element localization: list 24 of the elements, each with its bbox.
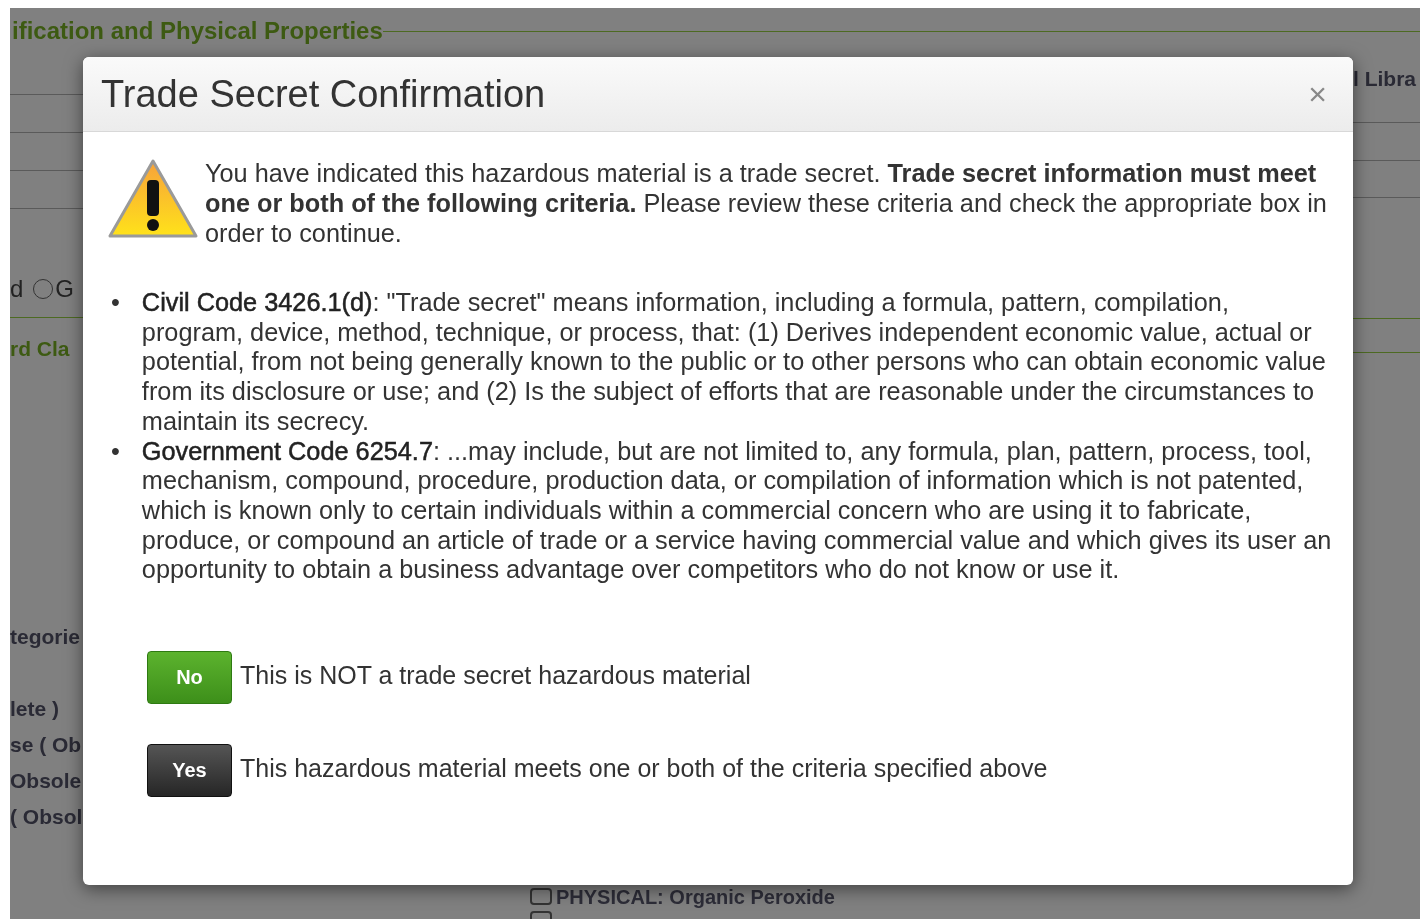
- category-text: lete ): [10, 696, 60, 722]
- category-text: Obsole: [10, 768, 83, 794]
- criteria-text: Government Code 6254.7: ...may include, but are not limited to, any formula, plan, pattern, process, tool, mechanism, compound, procedure, production data, or compilation of information which is not patented, which is known only to certain individuals within a commercial concern who are using it to fabricate, produce, or compound an article of trade or a service having commercial value and which gives its user an opportunity to obtain a business advantage over competitors who do not know or use it.: [141, 436, 1333, 586]
- checkbox[interactable]: [530, 888, 552, 905]
- no-button[interactable]: No: [147, 651, 232, 705]
- checkbox-label: PHYSICAL: Organic Peroxide: [556, 885, 835, 908]
- category-text: tegorie: [10, 624, 81, 650]
- criteria-text: Civil Code 3426.1(d): "Trade secret" means information, including a formula, pattern, compilation, program, device, method, technique, or process, that: (1) Derives independent economic value, actual or potential, from not being generally known to the public or to other persons who can obtain economic value from its disclosure or use; and (2) Is the subject of efforts that are reasonable under the circumstances to maintain its secrecy.: [141, 288, 1327, 437]
- tab-label: l Libra: [1353, 66, 1417, 92]
- radio-label: d: [10, 275, 24, 303]
- option-label: This is NOT a trade secret hazardous material: [240, 661, 751, 691]
- yes-button[interactable]: Yes: [147, 744, 232, 798]
- list-bullet: •: [111, 288, 120, 318]
- option-label: This hazardous material meets one or both of the criteria specified above: [240, 754, 1048, 784]
- close-button[interactable]: ×: [1304, 78, 1331, 110]
- section-heading: ification and Physical Properties: [11, 17, 383, 45]
- list-bullet: •: [111, 436, 120, 467]
- warning-icon: [107, 158, 199, 240]
- section-heading: rd Cla: [10, 336, 71, 362]
- category-text: se ( Ob: [10, 732, 83, 758]
- category-text: ( Obsol: [10, 804, 83, 830]
- dialog-title: Trade Secret Confirmation: [101, 72, 546, 116]
- radio-label: G: [55, 275, 75, 303]
- intro-text: You have indicated this hazardous material is a trade secret. Trade secret information must meet one or both of the following criteria. Please review these criteria and check the appropriate box in order to continue.: [205, 158, 1328, 248]
